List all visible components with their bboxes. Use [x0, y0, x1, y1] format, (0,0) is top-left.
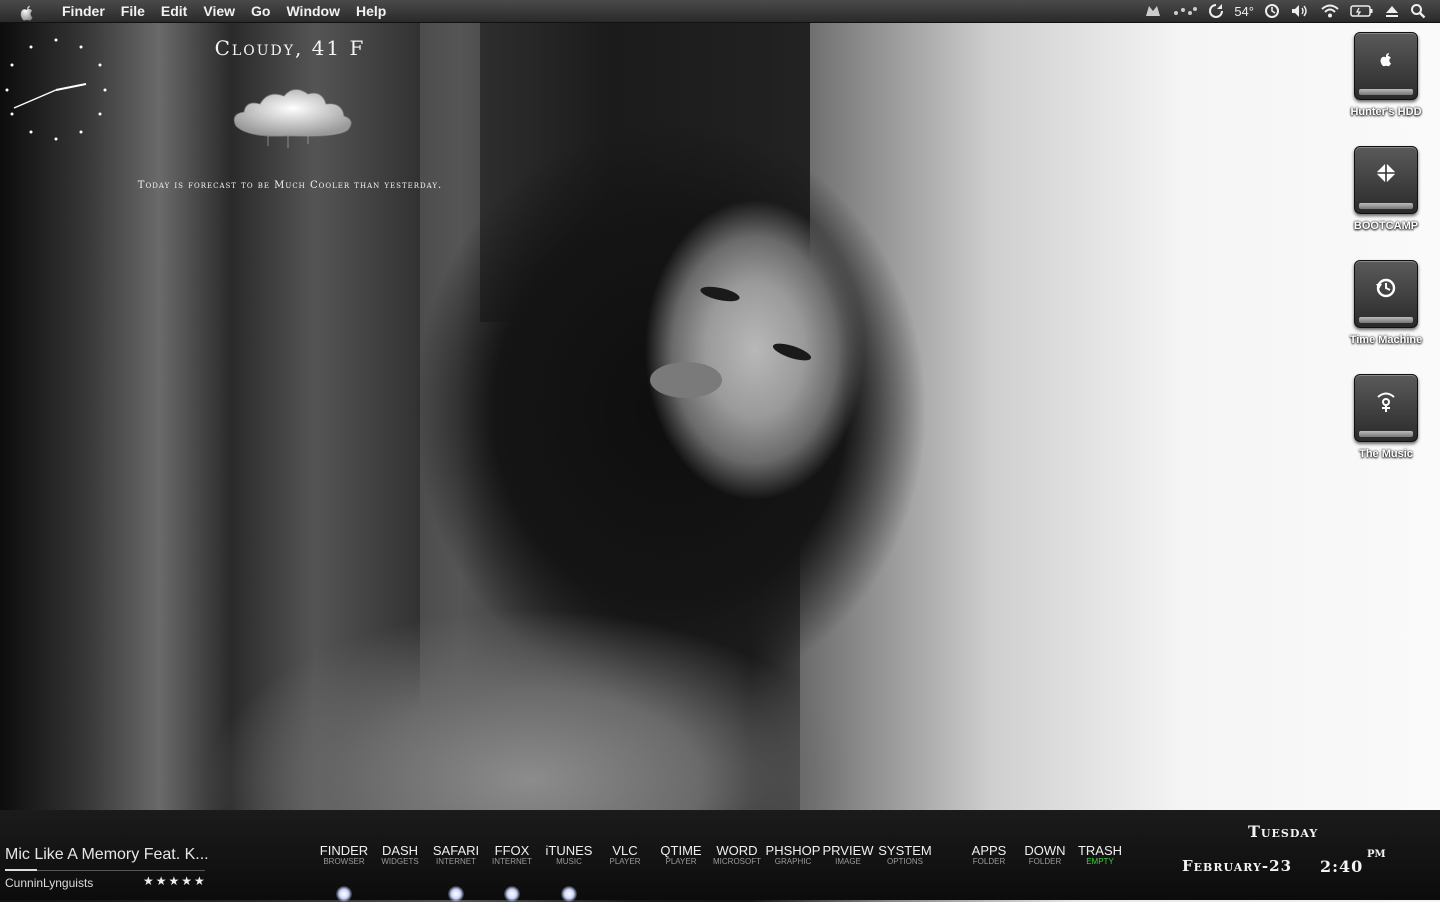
apple-menu-icon[interactable] [17, 2, 37, 21]
drive-label: Hunter's HDD [1350, 106, 1422, 118]
dock-item-sublabel: BROWSER [323, 857, 365, 866]
dock-item-label: iTUNES [545, 843, 593, 858]
dock-item-finder[interactable]: FINDER BROWSER [314, 843, 374, 902]
dock: FINDER BROWSER DASH WIDGETS SAFARI INTER… [314, 843, 1136, 902]
hard-drive-icon [1354, 146, 1418, 214]
dock-item-sublabel: WIDGETS [381, 857, 419, 866]
weather-forecast-text: Today is forecast to be Much Cooler than… [137, 180, 443, 191]
dock-item-label: SAFARI [432, 843, 480, 858]
time-machine-menu-icon[interactable] [1259, 0, 1285, 22]
hard-drive-icon [1354, 374, 1418, 442]
dock-item-sublabel: PLAYER [609, 857, 641, 866]
windows-icon [1376, 163, 1396, 183]
menu-finder[interactable]: Finder [54, 0, 113, 22]
hard-drive-icon [1354, 260, 1418, 328]
dock-item-label: WORD [716, 843, 758, 858]
dock-item-label: DOWN [1024, 843, 1066, 858]
temperature-readout[interactable]: 54° [1229, 0, 1259, 22]
time-period: PM [1367, 849, 1386, 860]
menu-edit[interactable]: Edit [153, 0, 195, 22]
dock-item-quicktime[interactable]: QTIME PLAYER [651, 844, 711, 867]
now-playing-artist[interactable]: CunninLynguists [5, 876, 93, 890]
menu-window[interactable]: Window [278, 0, 348, 22]
menu-bar: Finder File Edit View Go Window Help 54° [0, 0, 1440, 23]
drive-label: BOOTCAMP [1353, 220, 1419, 232]
menu-help[interactable]: Help [348, 0, 394, 22]
drive-time-machine[interactable]: Time Machine [1340, 260, 1432, 346]
dock-item-label: TRASH [1077, 843, 1123, 858]
now-playing-progress-fill[interactable] [5, 869, 37, 871]
menu-file[interactable]: File [113, 0, 153, 22]
status-area: 54° [1139, 0, 1440, 22]
dock-item-sublabel: FOLDER [1028, 857, 1062, 866]
cloud-icon [228, 82, 358, 152]
now-playing-track[interactable]: Mic Like A Memory Feat. K... [5, 846, 209, 864]
dock-item-label: PHSHOP [765, 843, 821, 858]
weather-condition: Cloudy, 41 F [214, 36, 366, 60]
dock-item-sublabel: IMAGE [835, 857, 861, 866]
apple-icon [1380, 53, 1391, 67]
dock-item-word[interactable]: WORD MICROSOFT [707, 844, 767, 867]
clock-widget[interactable] [4, 34, 110, 144]
dock-item-firefox[interactable]: FFOX INTERNET [482, 843, 542, 902]
dock-item-label: FFOX [494, 843, 530, 858]
weekday: Tuesday [1248, 822, 1319, 841]
wallpaper-shoulders [150, 560, 910, 820]
time: 2:40 [1320, 857, 1364, 876]
dock-item-sublabel: GRAPHIC [774, 857, 812, 866]
menu-view[interactable]: View [195, 0, 243, 22]
date: February-23 [1182, 857, 1293, 875]
drive-the-music[interactable]: The Music [1340, 374, 1432, 460]
dock-item-preview[interactable]: PRVIEW IMAGE [818, 844, 878, 867]
dock-item-photoshop[interactable]: PHSHOP GRAPHIC [763, 844, 823, 867]
dock-item-sublabel: PLAYER [665, 857, 697, 866]
drive-hunters-hdd[interactable]: Hunter's HDD [1340, 32, 1432, 118]
dock-item-label: PRVIEW [822, 843, 874, 858]
dock-item-label: SYSTEM [878, 843, 932, 858]
hard-drive-icon [1354, 32, 1418, 100]
dock-item-safari[interactable]: SAFARI INTERNET [426, 843, 486, 902]
wallpaper-lips [650, 362, 722, 398]
time-machine-icon [1376, 278, 1396, 298]
menu-go[interactable]: Go [243, 0, 278, 22]
dock-item-vlc[interactable]: VLC PLAYER [595, 844, 655, 867]
clock-minute-hand [13, 89, 57, 109]
sync-icon[interactable] [1203, 0, 1229, 22]
dock-item-label: APPS [971, 843, 1007, 858]
dock-item-applications-folder[interactable]: APPS FOLDER [959, 844, 1019, 867]
growl-icon[interactable] [1139, 0, 1167, 22]
dock-item-sublabel: INTERNET [492, 857, 532, 866]
dock-item-sublabel: MICROSOFT [713, 857, 761, 866]
wifi-icon[interactable] [1315, 0, 1345, 22]
firewire-icon [1377, 392, 1395, 412]
dock-item-label: DASH [381, 843, 419, 858]
bottom-bar: Mic Like A Memory Feat. K... CunninLyngu… [0, 810, 1440, 902]
volume-icon[interactable] [1285, 0, 1315, 22]
dock-item-sublabel: OPTIONS [886, 857, 923, 866]
dock-item-system-preferences[interactable]: SYSTEM OPTIONS [875, 844, 935, 867]
dock-item-sublabel: EMPTY [1086, 857, 1114, 866]
dock-item-label: QTIME [660, 843, 702, 858]
dock-item-sublabel: MUSIC [556, 857, 582, 866]
drive-bootcamp[interactable]: BOOTCAMP [1340, 146, 1432, 232]
dock-item-itunes[interactable]: iTUNES MUSIC [539, 843, 599, 902]
dock-item-label: VLC [612, 843, 638, 858]
clock-hour-hand [55, 83, 87, 91]
dock-item-sublabel: INTERNET [436, 857, 476, 866]
clock-face [5, 38, 107, 141]
now-playing-rating[interactable]: ★★★★★ [143, 874, 207, 888]
dock-item-downloads-folder[interactable]: DOWN FOLDER [1015, 844, 1075, 867]
battery-icon[interactable] [1345, 0, 1379, 22]
drive-label: Time Machine [1349, 334, 1423, 346]
dock-item-label: FINDER [319, 843, 369, 858]
dock-item-trash[interactable]: TRASH EMPTY [1070, 844, 1130, 867]
drive-label: The Music [1359, 448, 1413, 460]
dock-item-sublabel: FOLDER [972, 857, 1006, 866]
eject-icon[interactable] [1379, 0, 1405, 22]
spotlight-search-icon[interactable] [1405, 0, 1440, 22]
dock-item-dash[interactable]: DASH WIDGETS [370, 844, 430, 867]
network-activity-icon[interactable] [1167, 0, 1203, 22]
